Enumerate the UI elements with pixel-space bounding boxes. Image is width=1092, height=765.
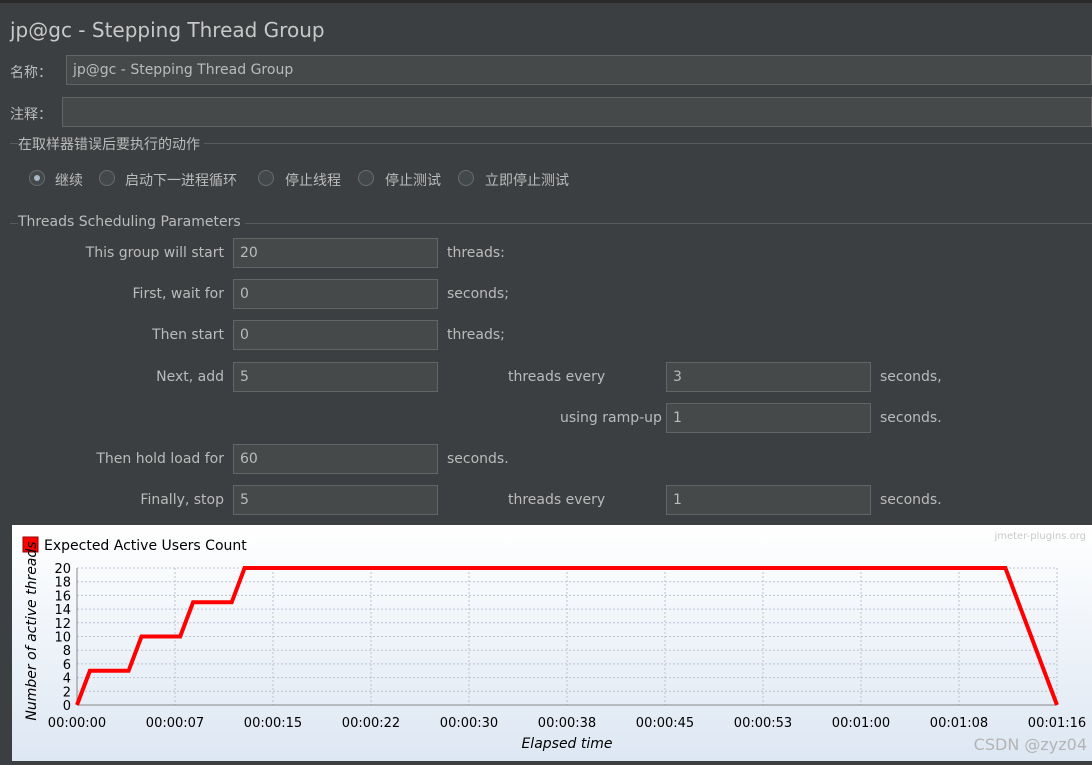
x-tick-label: 00:01:16 bbox=[1028, 716, 1086, 731]
radio-stop-thread-label[interactable]: 停止线程 bbox=[285, 170, 341, 190]
stop-every-label: threads every bbox=[508, 492, 606, 508]
y-axis-label: Number of active threads bbox=[24, 541, 40, 720]
x-axis-label: Elapsed time bbox=[521, 736, 612, 752]
x-tick-label: 00:00:22 bbox=[342, 716, 400, 731]
y-tick-label: 10 bbox=[54, 631, 71, 646]
x-tick-label: 00:00:15 bbox=[244, 716, 302, 731]
y-tick-label: 4 bbox=[63, 672, 71, 687]
top-border bbox=[0, 0, 1092, 3]
x-tick-label: 00:01:08 bbox=[930, 716, 988, 731]
x-tick-label: 00:00:53 bbox=[734, 716, 792, 731]
x-tick-label: 00:00:38 bbox=[538, 716, 596, 731]
radio-stop-test-now-label[interactable]: 立即停止测试 bbox=[485, 170, 569, 190]
initial-wait-label: First, wait for bbox=[132, 286, 224, 302]
hold-load-input[interactable]: 60 bbox=[233, 444, 438, 474]
chart-panel: Expected Active Users Count jmeter-plugi… bbox=[12, 525, 1092, 761]
radio-stop-test[interactable] bbox=[358, 170, 374, 186]
error-group-title: 在取样器错误后要执行的动作 bbox=[18, 134, 204, 154]
y-tick-label: 0 bbox=[63, 699, 71, 714]
radio-stop-thread[interactable] bbox=[258, 170, 274, 186]
x-tick-label: 00:00:07 bbox=[146, 716, 204, 731]
threads-every-input[interactable]: 3 bbox=[666, 362, 871, 392]
y-tick-label: 6 bbox=[63, 658, 71, 673]
name-label: 名称： bbox=[10, 65, 52, 81]
comment-label: 注释： bbox=[10, 107, 52, 123]
ramp-up-label: using ramp-up bbox=[560, 410, 662, 426]
y-tick-label: 14 bbox=[54, 603, 71, 618]
next-add-input[interactable]: 5 bbox=[233, 362, 438, 392]
radio-start-next-loop[interactable] bbox=[99, 170, 115, 186]
then-start-unit: threads; bbox=[447, 327, 505, 343]
csdn-credit: CSDN @zyz04 bbox=[974, 735, 1087, 754]
y-tick-label: 8 bbox=[63, 644, 71, 659]
finally-stop-input[interactable]: 5 bbox=[233, 485, 438, 515]
start-threads-label: This group will start bbox=[85, 245, 224, 261]
legend-label: Expected Active Users Count bbox=[44, 538, 247, 554]
stop-every-input[interactable]: 1 bbox=[666, 485, 871, 515]
watermark: jmeter-plugins.org bbox=[993, 531, 1086, 542]
name-input[interactable]: jp@gc - Stepping Thread Group bbox=[66, 55, 1092, 85]
params-group-title: Threads Scheduling Parameters bbox=[18, 214, 245, 230]
then-start-input[interactable]: 0 bbox=[233, 320, 438, 350]
radio-continue[interactable] bbox=[29, 170, 45, 186]
radio-stop-test-label[interactable]: 停止测试 bbox=[385, 170, 441, 190]
radio-stop-test-now[interactable] bbox=[458, 170, 474, 186]
threads-every-label: threads every bbox=[508, 369, 606, 385]
then-start-label: Then start bbox=[152, 327, 224, 343]
x-tick-label: 00:00:00 bbox=[48, 716, 106, 731]
x-tick-label: 00:01:00 bbox=[832, 716, 890, 731]
initial-wait-unit: seconds; bbox=[447, 286, 509, 302]
x-tick-label: 00:00:45 bbox=[636, 716, 694, 731]
stop-every-unit: seconds. bbox=[880, 492, 942, 508]
y-tick-label: 2 bbox=[63, 685, 71, 700]
radio-continue-label[interactable]: 继续 bbox=[55, 170, 83, 190]
page-title: jp@gc - Stepping Thread Group bbox=[10, 18, 325, 42]
start-threads-input[interactable]: 20 bbox=[233, 238, 438, 268]
finally-stop-label: Finally, stop bbox=[140, 492, 224, 508]
thread-schedule-chart: Expected Active Users Count jmeter-plugi… bbox=[12, 525, 1092, 761]
ramp-up-input[interactable]: 1 bbox=[666, 403, 871, 433]
hold-load-label: Then hold load for bbox=[96, 451, 224, 467]
y-tick-label: 12 bbox=[54, 617, 71, 632]
y-tick-label: 16 bbox=[54, 589, 71, 604]
y-tick-label: 18 bbox=[54, 576, 71, 591]
comment-input[interactable] bbox=[62, 97, 1092, 127]
threads-every-unit: seconds, bbox=[880, 369, 942, 385]
start-threads-unit: threads: bbox=[447, 245, 505, 261]
x-tick-label: 00:00:30 bbox=[440, 716, 498, 731]
ramp-up-unit: seconds. bbox=[880, 410, 942, 426]
y-tick-label: 20 bbox=[54, 562, 71, 577]
initial-wait-input[interactable]: 0 bbox=[233, 279, 438, 309]
radio-start-next-loop-label[interactable]: 启动下一进程循环 bbox=[125, 170, 237, 190]
hold-load-unit: seconds. bbox=[447, 451, 509, 467]
next-add-label: Next, add bbox=[156, 369, 224, 385]
